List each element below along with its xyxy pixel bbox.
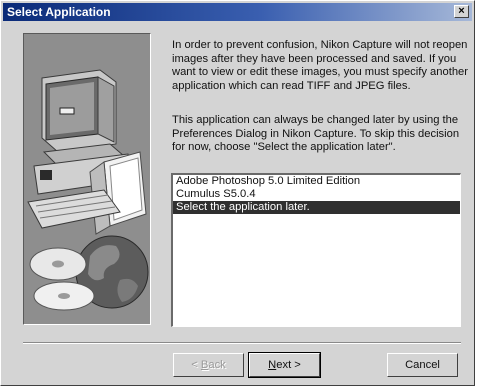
- application-listbox[interactable]: Adobe Photoshop 5.0 Limited Edition Cumu…: [171, 173, 461, 327]
- close-icon: ×: [458, 5, 465, 17]
- next-button-label: ext >: [276, 359, 301, 371]
- next-button[interactable]: Next >: [248, 352, 321, 378]
- window-title: Select Application: [7, 5, 111, 19]
- illustration-panel: [23, 33, 151, 325]
- list-item-photoshop[interactable]: Adobe Photoshop 5.0 Limited Edition: [173, 175, 460, 188]
- back-button[interactable]: < Back: [173, 353, 244, 377]
- back-button-label: ack: [208, 359, 226, 371]
- message-paragraph-2: This application can always be changed l…: [172, 114, 460, 153]
- message-paragraph-1: In order to prevent confusion, Nikon Cap…: [172, 39, 468, 92]
- illustration-art: [27, 69, 149, 311]
- divider: [23, 342, 461, 344]
- cancel-button-label: Cancel: [405, 359, 440, 371]
- back-button-prefix: <: [191, 359, 201, 371]
- list-item-cumulus[interactable]: Cumulus S5.0.4: [173, 188, 460, 201]
- close-button[interactable]: ×: [454, 5, 469, 18]
- select-application-dialog: Select Application × In order to prevent…: [0, 0, 475, 386]
- cancel-button[interactable]: Cancel: [387, 353, 458, 377]
- title-bar[interactable]: Select Application ×: [3, 3, 472, 21]
- list-item-select-later[interactable]: Select the application later.: [173, 201, 460, 214]
